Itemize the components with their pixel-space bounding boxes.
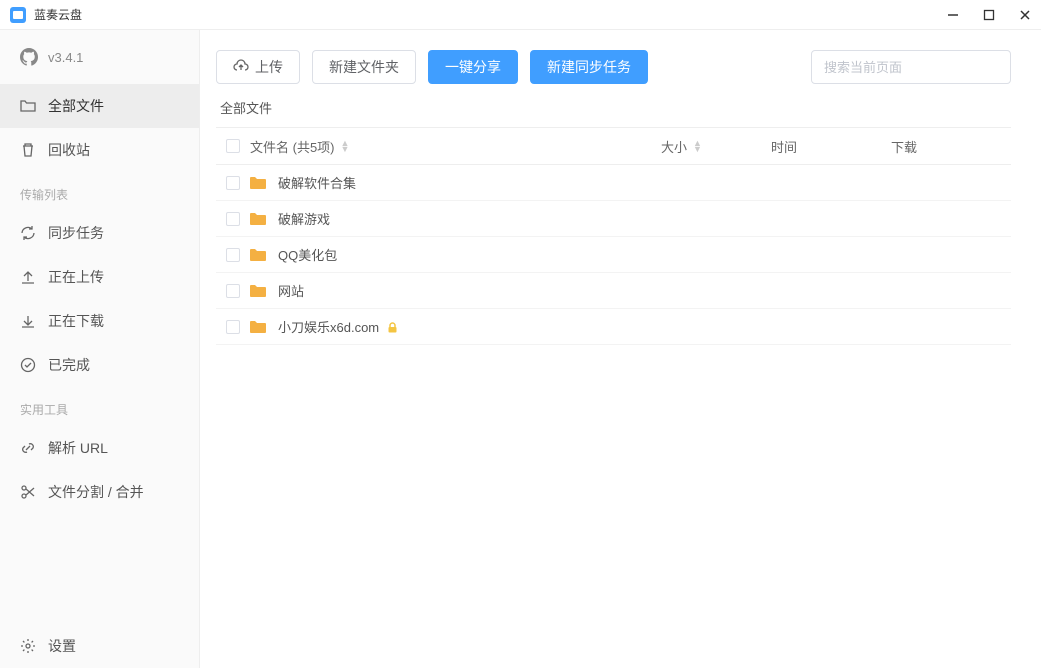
share-button[interactable]: 一键分享 bbox=[428, 50, 518, 84]
new-sync-button[interactable]: 新建同步任务 bbox=[530, 50, 648, 84]
row-name-cell: 网站 bbox=[250, 281, 661, 300]
breadcrumb[interactable]: 全部文件 bbox=[216, 84, 1011, 127]
maximize-button[interactable] bbox=[983, 9, 995, 21]
version-label: v3.4.1 bbox=[48, 50, 83, 65]
sidebar-item-sync[interactable]: 同步任务 bbox=[0, 211, 199, 255]
sidebar-item-label: 回收站 bbox=[48, 140, 90, 160]
sidebar: v3.4.1 全部文件 回收站 传输列表 同步任务 正在上传 正在下载 已完成 … bbox=[0, 30, 200, 668]
sidebar-item-settings[interactable]: 设置 bbox=[0, 624, 199, 668]
row-checkbox[interactable] bbox=[226, 212, 240, 226]
sidebar-item-uploading[interactable]: 正在上传 bbox=[0, 255, 199, 299]
column-label: 大小 bbox=[661, 137, 687, 156]
file-name: 破解游戏 bbox=[278, 209, 330, 228]
window-controls bbox=[947, 9, 1031, 21]
sidebar-item-split-merge[interactable]: 文件分割 / 合并 bbox=[0, 470, 199, 514]
column-name[interactable]: 文件名 (共5项) ▲▼ bbox=[250, 137, 661, 156]
lock-icon bbox=[387, 321, 398, 332]
sidebar-item-label: 同步任务 bbox=[48, 223, 104, 243]
link-icon bbox=[20, 440, 36, 456]
table-row[interactable]: 破解软件合集 bbox=[216, 165, 1011, 201]
table-row[interactable]: 小刀娱乐x6d.com bbox=[216, 309, 1011, 345]
cloud-upload-icon bbox=[233, 59, 249, 76]
row-checkbox[interactable] bbox=[226, 284, 240, 298]
table-row[interactable]: 网站 bbox=[216, 273, 1011, 309]
table-row[interactable]: QQ美化包 bbox=[216, 237, 1011, 273]
sidebar-section-tools: 实用工具 bbox=[0, 387, 199, 426]
row-name-cell: 小刀娱乐x6d.com bbox=[250, 317, 661, 336]
scissors-icon bbox=[20, 484, 36, 500]
sidebar-item-label: 正在上传 bbox=[48, 267, 104, 287]
column-size[interactable]: 大小 ▲▼ bbox=[661, 137, 771, 156]
sidebar-item-label: 已完成 bbox=[48, 355, 90, 375]
search-input[interactable] bbox=[811, 50, 1011, 84]
file-name: 网站 bbox=[278, 281, 304, 300]
github-icon bbox=[20, 48, 38, 66]
table-row[interactable]: 破解游戏 bbox=[216, 201, 1011, 237]
select-all-checkbox[interactable] bbox=[226, 139, 240, 153]
sort-icon: ▲▼ bbox=[341, 140, 350, 152]
sort-icon: ▲▼ bbox=[693, 140, 702, 152]
sidebar-item-label: 文件分割 / 合并 bbox=[48, 482, 144, 502]
close-button[interactable] bbox=[1019, 9, 1031, 21]
check-circle-icon bbox=[20, 357, 36, 373]
file-name: QQ美化包 bbox=[278, 245, 337, 264]
new-folder-button[interactable]: 新建文件夹 bbox=[312, 50, 416, 84]
sidebar-item-label: 正在下载 bbox=[48, 311, 104, 331]
column-label: 文件名 (共5项) bbox=[250, 137, 335, 156]
table-header: 文件名 (共5项) ▲▼ 大小 ▲▼ 时间 下载 bbox=[216, 127, 1011, 165]
file-name: 破解软件合集 bbox=[278, 173, 356, 192]
titlebar: 蓝奏云盘 bbox=[0, 0, 1041, 30]
folder-icon bbox=[250, 212, 266, 226]
row-checkbox[interactable] bbox=[226, 320, 240, 334]
download-icon bbox=[20, 313, 36, 329]
upload-button[interactable]: 上传 bbox=[216, 50, 300, 84]
minimize-button[interactable] bbox=[947, 9, 959, 21]
folder-icon bbox=[250, 248, 266, 262]
sidebar-item-label: 设置 bbox=[48, 636, 76, 656]
app-icon bbox=[10, 7, 26, 23]
version-row[interactable]: v3.4.1 bbox=[0, 48, 199, 84]
column-download[interactable]: 下载 bbox=[891, 137, 1011, 156]
toolbar: 上传 新建文件夹 一键分享 新建同步任务 bbox=[216, 50, 1011, 84]
sidebar-item-label: 全部文件 bbox=[48, 96, 104, 116]
sidebar-item-all-files[interactable]: 全部文件 bbox=[0, 84, 199, 128]
trash-icon bbox=[20, 142, 36, 158]
sidebar-section-transfer: 传输列表 bbox=[0, 172, 199, 211]
table-body: 破解软件合集破解游戏 QQ美化包网站小刀娱乐x6d.com bbox=[216, 165, 1011, 345]
folder-icon bbox=[250, 284, 266, 298]
sidebar-item-downloading[interactable]: 正在下载 bbox=[0, 299, 199, 343]
button-label: 上传 bbox=[255, 57, 283, 77]
sidebar-item-done[interactable]: 已完成 bbox=[0, 343, 199, 387]
app-title: 蓝奏云盘 bbox=[34, 6, 947, 23]
row-checkbox[interactable] bbox=[226, 176, 240, 190]
row-name-cell: 破解游戏 bbox=[250, 209, 661, 228]
gear-icon bbox=[20, 638, 36, 654]
row-name-cell: 破解软件合集 bbox=[250, 173, 661, 192]
sidebar-item-parse-url[interactable]: 解析 URL bbox=[0, 426, 199, 470]
column-time[interactable]: 时间 bbox=[771, 137, 891, 156]
row-name-cell: QQ美化包 bbox=[250, 245, 661, 264]
file-name: 小刀娱乐x6d.com bbox=[278, 317, 379, 336]
folder-open-icon bbox=[20, 98, 36, 114]
sidebar-item-recycle[interactable]: 回收站 bbox=[0, 128, 199, 172]
main-content: 上传 新建文件夹 一键分享 新建同步任务 全部文件 文件名 (共5项) ▲▼ 大… bbox=[200, 30, 1041, 668]
folder-icon bbox=[250, 176, 266, 190]
upload-icon bbox=[20, 269, 36, 285]
sync-icon bbox=[20, 225, 36, 241]
row-checkbox[interactable] bbox=[226, 248, 240, 262]
sidebar-item-label: 解析 URL bbox=[48, 438, 108, 458]
folder-icon bbox=[250, 320, 266, 334]
